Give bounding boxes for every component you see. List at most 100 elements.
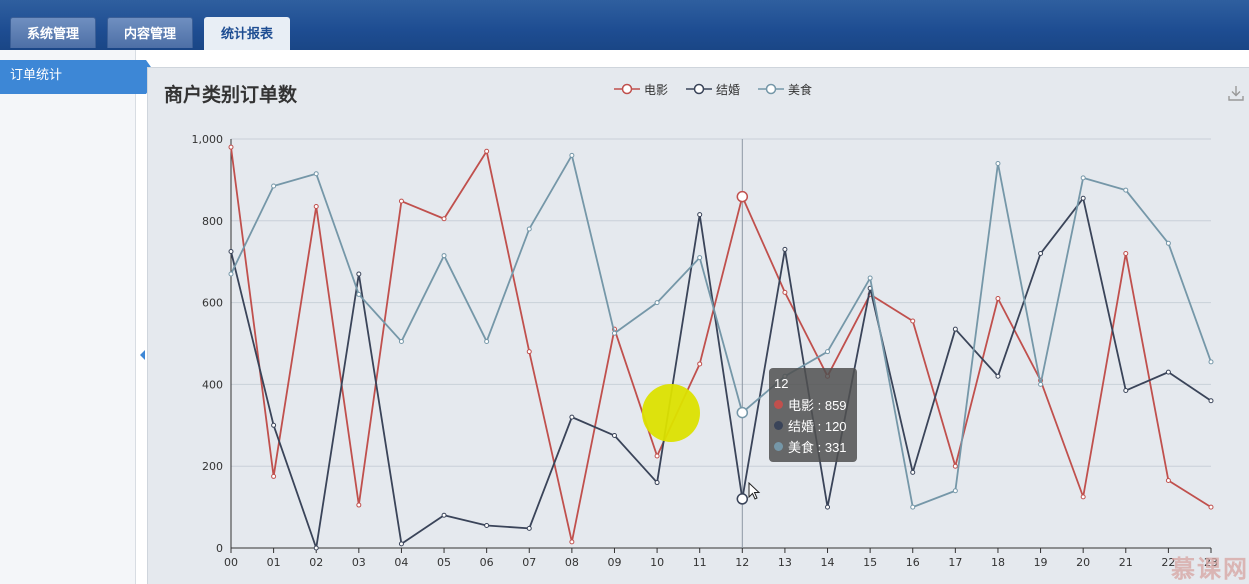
x-tick-label: 16 — [906, 556, 920, 569]
data-point — [313, 545, 319, 551]
click-highlight-indicator — [642, 384, 700, 442]
data-point — [995, 161, 1001, 167]
x-tick-label: 04 — [394, 556, 408, 569]
data-point — [1208, 504, 1214, 510]
tooltip-value: 电影 : 859 — [788, 398, 847, 413]
tab-system-management[interactable]: 系统管理 — [10, 17, 96, 48]
data-point — [356, 502, 362, 508]
data-point — [228, 271, 234, 277]
data-point — [1165, 369, 1171, 375]
data-point — [910, 504, 916, 510]
data-point — [398, 338, 404, 344]
y-tick-label: 400 — [202, 378, 223, 391]
legend-item-food[interactable]: 美食 — [758, 81, 812, 97]
data-point — [1080, 195, 1086, 201]
x-tick-label: 02 — [309, 556, 323, 569]
y-tick-label: 800 — [202, 215, 223, 228]
data-point — [356, 291, 362, 297]
x-tick-label: 03 — [352, 556, 366, 569]
tooltip-category: 12 — [774, 376, 789, 391]
legend-label: 美食 — [788, 82, 813, 97]
data-point — [441, 253, 447, 259]
tab-content-management[interactable]: 内容管理 — [107, 17, 193, 48]
data-point — [441, 216, 447, 222]
data-point — [611, 433, 617, 439]
series-dot-icon — [774, 442, 783, 451]
tooltip-value: 结婚 : 120 — [788, 419, 847, 434]
chart-title: 商户类别订单数 — [164, 85, 298, 106]
x-tick-label: 20 — [1076, 556, 1090, 569]
data-point — [952, 488, 958, 494]
data-point — [398, 198, 404, 204]
x-tick-label: 01 — [267, 556, 281, 569]
tab-statistics-report[interactable]: 统计报表 — [204, 17, 290, 50]
x-tick-label: 08 — [565, 556, 579, 569]
data-point — [1165, 240, 1171, 246]
data-point — [569, 414, 575, 420]
legend-item-movie[interactable]: 电影 — [614, 81, 668, 97]
data-point — [910, 318, 916, 324]
data-point — [736, 406, 749, 419]
x-tick-label: 21 — [1119, 556, 1133, 569]
series-line — [230, 154, 1212, 509]
legend-line-circle-icon — [758, 83, 785, 95]
x-tick-label: 11 — [693, 556, 707, 569]
chart-tooltip: 12 电影 : 859 结婚 : 120 美食 : 331 — [769, 368, 857, 462]
x-tick-label: 09 — [607, 556, 621, 569]
data-point — [356, 271, 362, 277]
x-tick-label: 19 — [1034, 556, 1048, 569]
data-point — [736, 190, 749, 203]
data-point — [952, 326, 958, 332]
x-tick-label: 12 — [735, 556, 749, 569]
data-point — [1123, 251, 1129, 257]
collapse-sidebar-arrow-icon[interactable] — [140, 350, 145, 360]
data-point — [1080, 494, 1086, 500]
x-tick-label: 17 — [948, 556, 962, 569]
x-tick-label: 14 — [821, 556, 835, 569]
data-point — [697, 255, 703, 261]
data-point — [697, 361, 703, 367]
data-point — [736, 493, 749, 505]
tooltip-row: 美食 : 331 — [774, 436, 852, 457]
data-point — [441, 512, 447, 518]
data-point — [1165, 478, 1171, 484]
legend-label: 结婚 — [716, 82, 741, 97]
x-tick-label: 06 — [480, 556, 494, 569]
legend-item-wedding[interactable]: 结婚 — [686, 81, 740, 97]
data-point — [526, 349, 532, 355]
data-point — [313, 171, 319, 177]
line-chart: 0 200 400 600 800 1,000 00 01 02 03 04 05 06 07 08 09 10… — [192, 133, 1219, 569]
download-icon[interactable] — [1227, 84, 1245, 102]
data-point — [398, 541, 404, 547]
data-point — [526, 525, 532, 531]
watermark-logo: 慕课网 — [1171, 556, 1249, 583]
x-tick-label: 10 — [650, 556, 664, 569]
data-point — [825, 504, 831, 510]
legend-label: 电影 — [644, 82, 669, 97]
sidebar-item-order-statistics[interactable]: 订单统计 — [0, 60, 158, 94]
data-point — [1038, 381, 1044, 387]
data-point — [271, 183, 277, 189]
tooltip-value: 美食 : 331 — [788, 440, 847, 455]
data-point — [995, 373, 1001, 379]
x-tick-label: 05 — [437, 556, 451, 569]
tooltip-row: 结婚 : 120 — [774, 415, 852, 436]
series-line — [230, 147, 1212, 543]
legend-line-circle-icon — [614, 83, 640, 95]
data-point — [484, 523, 490, 529]
data-point — [782, 246, 788, 252]
data-point — [271, 422, 277, 428]
y-tick-label: 0 — [216, 542, 223, 555]
data-point — [313, 203, 319, 209]
data-point — [1123, 187, 1129, 193]
y-tick-label: 600 — [202, 297, 223, 310]
data-point — [569, 152, 575, 158]
x-tick-label: 00 — [224, 556, 238, 569]
series-dot-icon — [774, 400, 783, 409]
data-point — [228, 144, 234, 150]
data-point — [654, 480, 660, 486]
data-point — [484, 338, 490, 344]
data-point — [611, 330, 617, 336]
data-point — [1208, 398, 1214, 404]
x-tick-label: 13 — [778, 556, 792, 569]
